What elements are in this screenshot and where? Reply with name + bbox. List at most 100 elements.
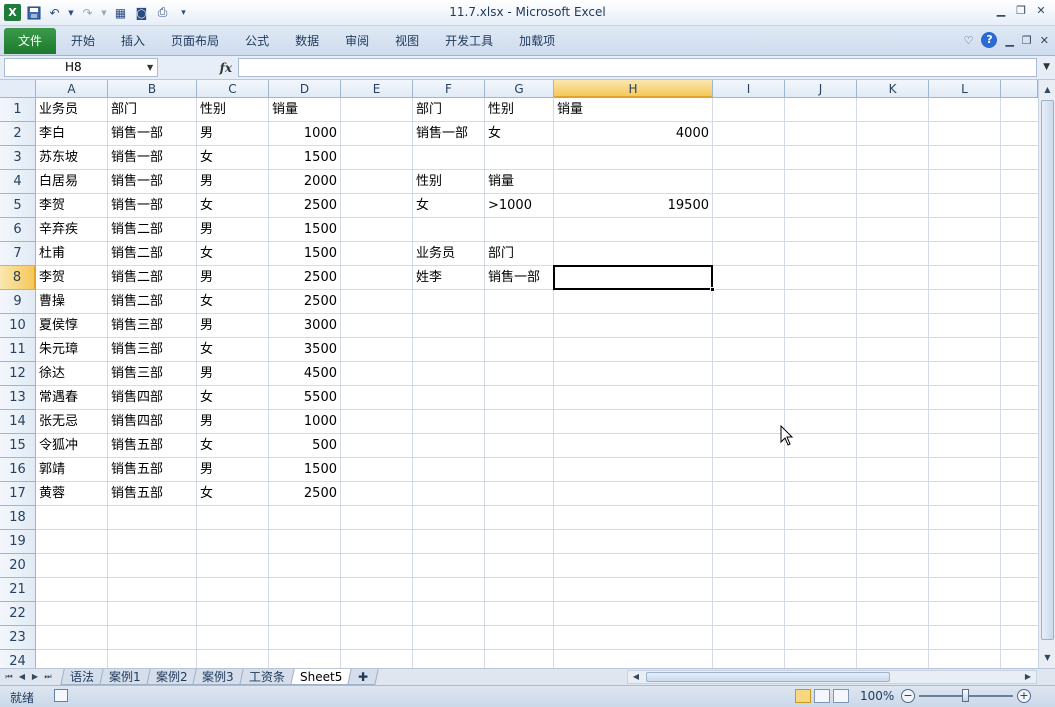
row-header-5[interactable]: 5 — [0, 194, 36, 218]
cell-d4[interactable]: 2000 — [269, 170, 340, 194]
sheet-tab-payslip[interactable]: 工资条 — [239, 669, 295, 685]
cell-c3[interactable]: 女 — [197, 146, 268, 170]
row-header-8[interactable]: 8 — [0, 266, 36, 290]
row-header-16[interactable]: 16 — [0, 458, 36, 482]
cell-c16[interactable]: 男 — [197, 458, 268, 482]
cell-b17[interactable]: 销售五部 — [108, 482, 196, 506]
row-header-4[interactable]: 4 — [0, 170, 36, 194]
selected-cell-outline[interactable] — [553, 265, 713, 290]
horizontal-scroll-thumb[interactable] — [646, 672, 890, 682]
cell-d5[interactable]: 2500 — [269, 194, 340, 218]
cell-c12[interactable]: 男 — [197, 362, 268, 386]
cell-a3[interactable]: 苏东坡 — [36, 146, 107, 170]
cell-c7[interactable]: 女 — [197, 242, 268, 266]
cell-f1[interactable]: 部门 — [413, 98, 484, 122]
cell-b10[interactable]: 销售三部 — [108, 314, 196, 338]
row-header-21[interactable]: 21 — [0, 578, 36, 602]
minimize-icon[interactable]: ▁ — [993, 3, 1009, 19]
cell-c8[interactable]: 男 — [197, 266, 268, 290]
row-header-12[interactable]: 12 — [0, 362, 36, 386]
cell-b4[interactable]: 销售一部 — [108, 170, 196, 194]
zoom-out-icon[interactable]: − — [901, 689, 915, 703]
cell-b1[interactable]: 部门 — [108, 98, 196, 122]
cell-c1[interactable]: 性别 — [197, 98, 268, 122]
cell-b14[interactable]: 销售四部 — [108, 410, 196, 434]
cell-d2[interactable]: 1000 — [269, 122, 340, 146]
cell-a4[interactable]: 白居易 — [36, 170, 107, 194]
column-header-g[interactable]: G — [485, 80, 554, 98]
insert-function-icon[interactable]: fx — [220, 61, 232, 75]
cell-d3[interactable]: 1500 — [269, 146, 340, 170]
scroll-left-icon[interactable]: ◀ — [630, 671, 642, 683]
row-header-23[interactable]: 23 — [0, 626, 36, 650]
cell-d1[interactable]: 销量 — [269, 98, 340, 122]
worksheet-grid[interactable]: A B C D E F G H I J K L 1 2 3 4 5 6 7 8 9 10 11 12 13 14 15 16 17 18 1… — [0, 80, 1038, 668]
cell-b7[interactable]: 销售二部 — [108, 242, 196, 266]
last-sheet-icon[interactable]: ⏭ — [43, 670, 53, 684]
redo-icon[interactable]: ↷ — [79, 4, 96, 21]
row-header-20[interactable]: 20 — [0, 554, 36, 578]
prev-sheet-icon[interactable]: ◀ — [17, 670, 27, 684]
normal-view-icon[interactable] — [795, 689, 811, 703]
cell-g2[interactable]: 女 — [485, 122, 553, 146]
cell-c15[interactable]: 女 — [197, 434, 268, 458]
select-all-corner[interactable] — [0, 80, 36, 98]
cell-c11[interactable]: 女 — [197, 338, 268, 362]
cell-c10[interactable]: 男 — [197, 314, 268, 338]
scroll-down-icon[interactable]: ▼ — [1040, 650, 1055, 666]
row-header-24[interactable]: 24 — [0, 650, 36, 668]
save-icon[interactable] — [25, 4, 42, 21]
row-header-19[interactable]: 19 — [0, 530, 36, 554]
cell-b2[interactable]: 销售一部 — [108, 122, 196, 146]
cell-f2[interactable]: 销售一部 — [413, 122, 484, 146]
page-break-view-icon[interactable] — [833, 689, 849, 703]
cell-a16[interactable]: 郭靖 — [36, 458, 107, 482]
zoom-level[interactable]: 100% — [860, 689, 894, 703]
cell-b15[interactable]: 销售五部 — [108, 434, 196, 458]
row-header-2[interactable]: 2 — [0, 122, 36, 146]
tab-formulas[interactable]: 公式 — [232, 28, 282, 54]
tab-view[interactable]: 视图 — [382, 28, 432, 54]
zoom-in-icon[interactable]: + — [1017, 689, 1031, 703]
row-header-14[interactable]: 14 — [0, 410, 36, 434]
row-header-3[interactable]: 3 — [0, 146, 36, 170]
row-header-10[interactable]: 10 — [0, 314, 36, 338]
cell-b9[interactable]: 销售二部 — [108, 290, 196, 314]
cell-h5[interactable]: 19500 — [554, 194, 712, 218]
cell-a12[interactable]: 徐达 — [36, 362, 107, 386]
row-header-17[interactable]: 17 — [0, 482, 36, 506]
help-icon[interactable]: ? — [981, 32, 998, 48]
cell-a5[interactable]: 李贺 — [36, 194, 107, 218]
vertical-scroll-thumb[interactable] — [1041, 100, 1054, 640]
next-sheet-icon[interactable]: ▶ — [30, 670, 40, 684]
column-header-e[interactable]: E — [341, 80, 413, 98]
cell-a11[interactable]: 朱元璋 — [36, 338, 107, 362]
cell-c5[interactable]: 女 — [197, 194, 268, 218]
tab-file[interactable]: 文件 — [4, 28, 57, 54]
cell-a1[interactable]: 业务员 — [36, 98, 107, 122]
cell-d15[interactable]: 500 — [269, 434, 340, 458]
cell-b8[interactable]: 销售二部 — [108, 266, 196, 290]
close-icon[interactable]: ✕ — [1033, 3, 1049, 19]
cell-a13[interactable]: 常遇春 — [36, 386, 107, 410]
column-header-a[interactable]: A — [36, 80, 108, 98]
vertical-scrollbar[interactable]: ▲ ▼ — [1038, 80, 1055, 668]
column-header-b[interactable]: B — [108, 80, 197, 98]
macro-record-icon[interactable] — [54, 689, 68, 702]
column-header-k[interactable]: K — [857, 80, 929, 98]
cell-d10[interactable]: 3000 — [269, 314, 340, 338]
row-header-15[interactable]: 15 — [0, 434, 36, 458]
formula-input[interactable] — [238, 58, 1037, 77]
cell-d9[interactable]: 2500 — [269, 290, 340, 314]
name-box-dropdown-icon[interactable]: ▼ — [147, 63, 153, 72]
minimize-ribbon-icon[interactable]: ♡ — [964, 34, 974, 47]
form-icon[interactable]: ▦ — [112, 4, 129, 21]
cell-b5[interactable]: 销售一部 — [108, 194, 196, 218]
tab-page-layout[interactable]: 页面布局 — [158, 28, 232, 54]
horizontal-scrollbar[interactable]: ◀ ▶ — [627, 670, 1037, 684]
cell-c2[interactable]: 男 — [197, 122, 268, 146]
tab-review[interactable]: 审阅 — [332, 28, 382, 54]
column-header-i[interactable]: I — [713, 80, 785, 98]
row-header-13[interactable]: 13 — [0, 386, 36, 410]
cell-a17[interactable]: 黄蓉 — [36, 482, 107, 506]
